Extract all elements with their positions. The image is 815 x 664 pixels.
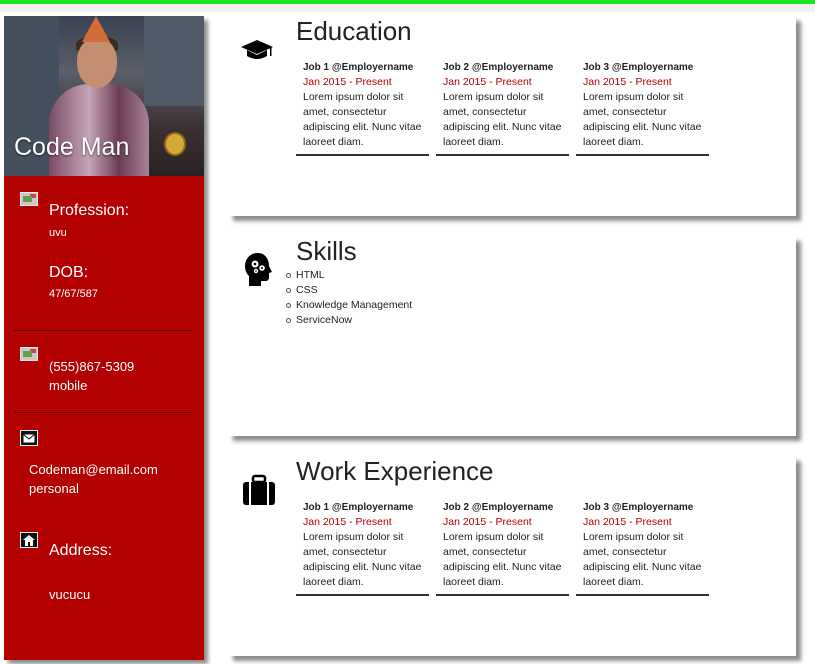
address-value: vucucu (49, 587, 91, 602)
address-label: Address: (49, 542, 113, 559)
education-entry: Job 1 @Employername Jan 2015 - Present L… (296, 60, 429, 156)
profession-value: uvu (49, 227, 67, 239)
entry-title: Job 3 @Employername (583, 62, 694, 73)
home-icon (20, 532, 38, 548)
head-gears-icon (244, 252, 274, 293)
entry-description: Lorem ipsum dolor sit amet, consectetur … (443, 531, 562, 588)
work-experience-title: Work Experience (296, 456, 494, 486)
profession-label: Profession: (49, 202, 130, 219)
entry-description: Lorem ipsum dolor sit amet, consectetur … (583, 91, 702, 148)
profile-sidebar: Code Man Profession: uvu DOB: 47/67/587 … (4, 16, 204, 660)
entry-title: Job 2 @Employername (443, 62, 554, 73)
profile-name: Code Man (14, 133, 130, 161)
top-bar-shadow (0, 4, 815, 12)
education-card: Education Job 1 @Employername Jan 2015 -… (228, 16, 796, 216)
work-entry: Job 1 @Employername Jan 2015 - Present L… (296, 500, 429, 596)
list-item: HTML (286, 268, 412, 283)
entry-date: Jan 2015 - Present (303, 516, 392, 528)
dob-label: DOB: (49, 264, 89, 281)
dob-value: 47/67/587 (49, 288, 98, 300)
education-entry: Job 3 @Employername Jan 2015 - Present L… (576, 60, 709, 156)
entry-date: Jan 2015 - Present (443, 516, 532, 528)
email-address: Codeman@email.com (29, 462, 158, 477)
email-type: personal (29, 481, 79, 496)
entry-date: Jan 2015 - Present (583, 76, 672, 88)
entry-description: Lorem ipsum dolor sit amet, consectetur … (583, 531, 702, 588)
list-item: ServiceNow (286, 313, 412, 328)
entry-title: Job 2 @Employername (443, 502, 554, 513)
skills-card: Skills HTML CSS Knowledge Management Ser… (228, 236, 796, 436)
phone-number: (555)867-5309 (49, 359, 135, 374)
entry-date: Jan 2015 - Present (443, 76, 532, 88)
entry-title: Job 3 @Employername (583, 502, 694, 513)
phone-type: mobile (49, 378, 88, 393)
entry-description: Lorem ipsum dolor sit amet, consectetur … (303, 531, 422, 588)
graduation-cap-icon (240, 38, 274, 67)
envelope-icon (20, 430, 38, 446)
entry-title: Job 1 @Employername (303, 62, 414, 73)
sidebar-divider (14, 412, 192, 413)
entry-description: Lorem ipsum dolor sit amet, consectetur … (443, 91, 562, 148)
profession-image-icon (20, 192, 38, 206)
phone-image-icon (20, 347, 38, 361)
entry-date: Jan 2015 - Present (583, 516, 672, 528)
education-entry: Job 2 @Employername Jan 2015 - Present L… (436, 60, 569, 156)
skills-title: Skills (296, 236, 357, 266)
skills-list: HTML CSS Knowledge Management ServiceNow (286, 268, 412, 328)
list-item: CSS (286, 283, 412, 298)
entry-date: Jan 2015 - Present (303, 76, 392, 88)
entry-description: Lorem ipsum dolor sit amet, consectetur … (303, 91, 422, 148)
briefcase-icon (242, 474, 276, 511)
education-title: Education (296, 16, 412, 46)
sidebar-divider (14, 330, 192, 331)
entry-title: Job 1 @Employername (303, 502, 414, 513)
work-experience-card: Work Experience Job 1 @Employername Jan … (228, 456, 796, 656)
work-entry: Job 3 @Employername Jan 2015 - Present L… (576, 500, 709, 596)
list-item: Knowledge Management (286, 298, 412, 313)
work-entry: Job 2 @Employername Jan 2015 - Present L… (436, 500, 569, 596)
